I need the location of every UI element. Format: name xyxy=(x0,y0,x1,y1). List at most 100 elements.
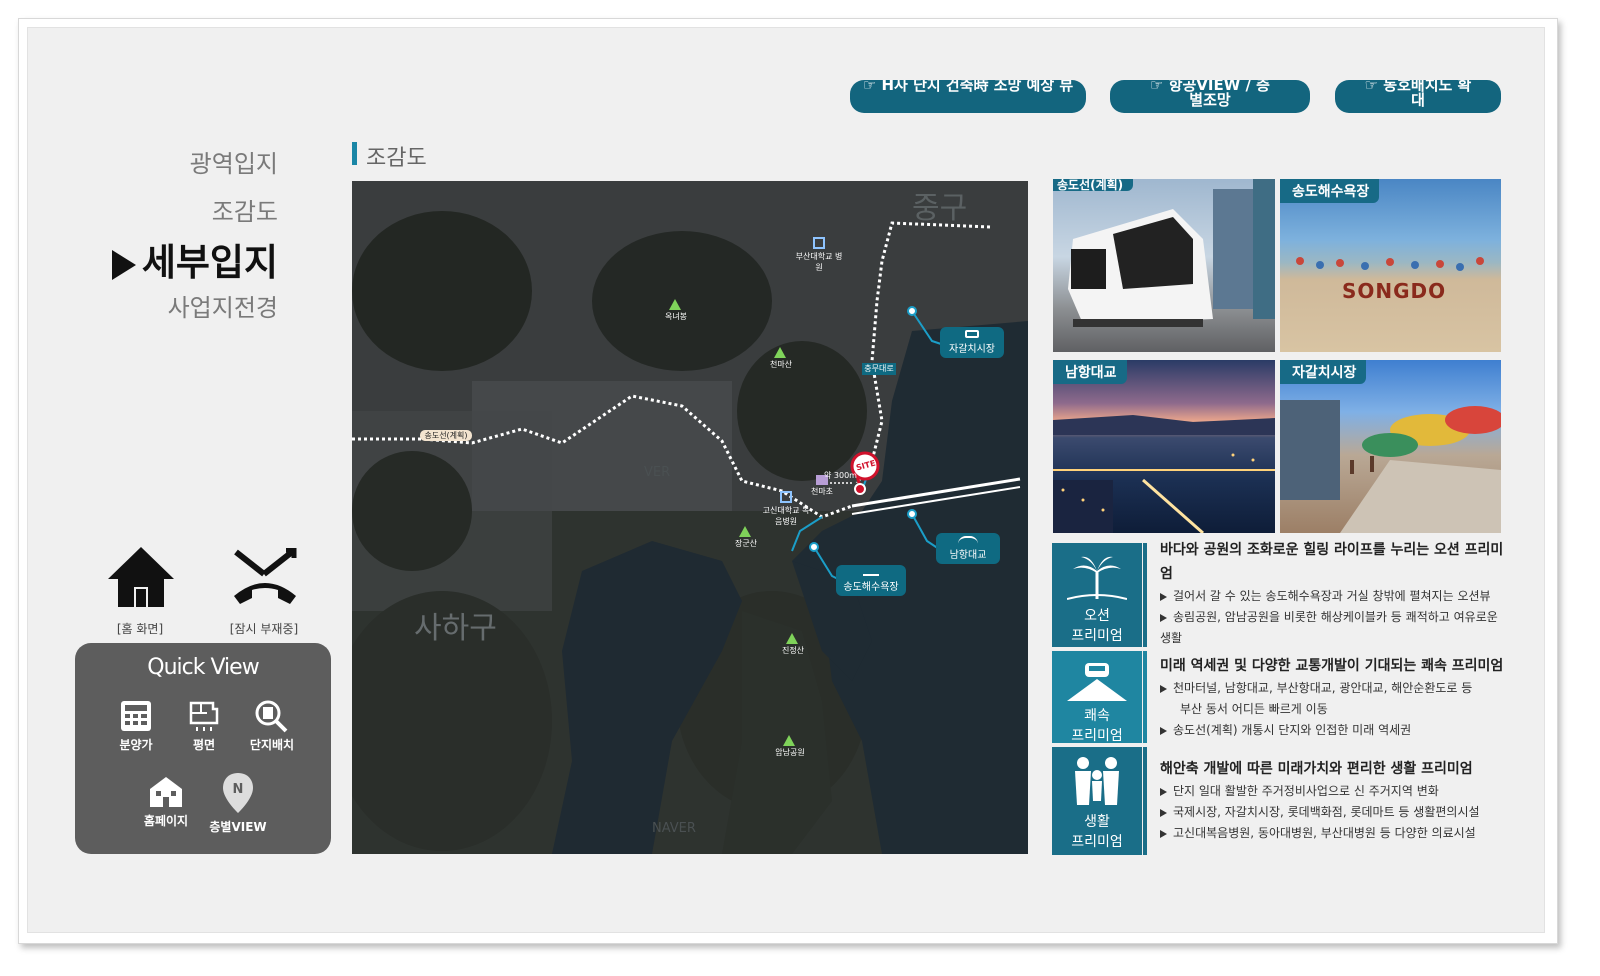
badge-jagalchi[interactable]: 자갈치시장 xyxy=(940,327,1004,358)
ocean-premium-bar xyxy=(1143,543,1147,647)
nav-active-label: 세부입지 xyxy=(141,241,278,284)
bullet-icon xyxy=(1160,808,1167,817)
home-icon[interactable] xyxy=(106,545,176,609)
section-title: 조감도 xyxy=(366,146,427,171)
ocean-premium-line-1: 걸어서 갈 수 있는 송도해수욕장과 거실 창밖에 펼쳐지는 오션뷰 xyxy=(1160,586,1510,607)
kosin-univ-hospital: 고신대학교 복음병원 xyxy=(762,491,810,527)
badge-songdo-beach[interactable]: 송도해수욕장 xyxy=(836,565,906,596)
photo-tag-namhang-bridge: 남항대교 xyxy=(1053,360,1127,384)
ocean-premium-label-1: 오션 xyxy=(1084,608,1110,624)
life-premium-label-2: 프리미엄 xyxy=(1071,834,1123,850)
bridge-night-image xyxy=(1053,415,1275,533)
bridge-icon xyxy=(958,536,978,544)
mountain-amnam-park: 암남공원 xyxy=(775,748,805,757)
nav-item-regional[interactable]: 광역입지 xyxy=(190,144,278,179)
construction-view-button[interactable]: ☞ H사 단지 건축時 조망 예상 뷰 xyxy=(850,80,1086,113)
speed-premium-line-2: 부산 동서 어디든 빠르게 이동 xyxy=(1180,702,1328,716)
speed-premium-line-1: 천마터널, 남항대교, 부산항대교, 광안대교, 해안순환도로 등 xyxy=(1160,678,1510,699)
life-premium-label-1: 생활 xyxy=(1084,814,1110,830)
photo-songdo-beach[interactable]: SONGDO 송도해수욕장 xyxy=(1280,179,1501,352)
calculator-icon xyxy=(121,701,151,731)
map-pin-icon: N xyxy=(223,773,253,813)
life-premium-line-2: 국제시장, 자갈치시장, 롯데백화점, 롯데마트 등 생활편의시설 xyxy=(1160,802,1510,823)
ocean-premium-title: 바다와 공원의 조화로운 힐링 라이프를 누리는 오션 프리미엄 xyxy=(1160,542,1504,582)
tram-image xyxy=(1068,179,1275,327)
life-premium-title: 해안축 개발에 따른 미래가치와 편리한 생활 프리미엄 xyxy=(1160,761,1473,777)
site-layout-label: 단지배치 xyxy=(249,738,295,752)
photo-tag-jagalchi: 자갈치시장 xyxy=(1280,360,1367,384)
ocean-premium-text: 바다와 공원의 조화로운 힐링 라이프를 누리는 오션 프리미엄 걸어서 갈 수… xyxy=(1160,538,1510,649)
homepage-label: 홈페이지 xyxy=(143,814,189,828)
price-button[interactable]: 분양가 xyxy=(101,699,171,753)
beach-image xyxy=(1296,257,1484,271)
nav-item-site-view[interactable]: 사업지전경 xyxy=(168,288,278,323)
bullet-icon xyxy=(1160,726,1167,735)
map-watermark-ver: VER xyxy=(644,465,671,480)
quick-view-title: Quick View xyxy=(147,655,259,680)
map-graphic xyxy=(352,181,1028,854)
nav-item-bird-eye[interactable]: 조감도 xyxy=(212,192,278,227)
photo-jagalchi-market[interactable]: 자갈치시장 xyxy=(1280,360,1501,533)
bullet-icon xyxy=(1160,613,1167,622)
floorplan-label: 평면 xyxy=(192,738,216,752)
away-phone-icon[interactable] xyxy=(230,548,300,608)
pusan-univ-hospital: 부산대학교 병원 xyxy=(795,237,843,273)
distance-label: 약 300m xyxy=(824,471,857,480)
away-caption: [잠시 부재중] xyxy=(229,622,299,636)
building-icon xyxy=(150,777,182,807)
speed-premium-text: 미래 역세권 및 다양한 교통개발이 기대되는 쾌속 프리미엄 천마터널, 남항… xyxy=(1160,654,1510,741)
car-road-icon xyxy=(1067,663,1127,701)
market-image xyxy=(1280,400,1501,533)
songdo-sign: SONGDO xyxy=(1342,279,1447,303)
price-label: 분양가 xyxy=(119,738,153,752)
section-title-bar xyxy=(352,142,357,165)
life-premium-text: 해안축 개발에 따른 미래가치와 편리한 생활 프리미엄 단지 일대 활발한 주… xyxy=(1160,757,1510,844)
mountain-jinjeongsan: 진정산 xyxy=(781,646,805,655)
floorplan-button[interactable]: 평면 xyxy=(169,699,239,753)
speed-premium-tile: 쾌속 프리미엄 xyxy=(1052,651,1142,744)
location-map[interactable]: 중구 사하구 옥녀봉 천마산 장군산 진정산 암남공원 부산대학교 병원 고신대… xyxy=(352,181,1028,854)
photo-songdo-line[interactable]: 송도선(계획) xyxy=(1053,179,1275,352)
floor-view-button[interactable]: N 층별VIEW xyxy=(203,771,273,835)
hospital-icon xyxy=(813,237,825,249)
palm-tree-icon xyxy=(1066,556,1128,600)
life-premium-line-3: 고신대복음병원, 동아대병원, 부산대병원 등 다양한 의료시설 xyxy=(1160,823,1510,844)
life-premium-bar xyxy=(1143,747,1147,855)
svg-text:N: N xyxy=(233,782,244,797)
site-layout-button[interactable]: 단지배치 xyxy=(237,699,307,753)
mountain-cheonmasan: 천마산 xyxy=(769,360,793,369)
life-premium-tile: 생활 프리미엄 xyxy=(1052,747,1142,855)
speed-premium-line-3: 송도선(계획) 개통시 단지와 인접한 미래 역세권 xyxy=(1160,720,1510,741)
chungmu-station-label: 충무대로 xyxy=(862,363,896,375)
unit-layout-button[interactable]: ☞ 동호배치도 확대 xyxy=(1335,80,1501,113)
speed-premium-title: 미래 역세권 및 다양한 교통개발이 기대되는 쾌속 프리미엄 xyxy=(1160,658,1504,674)
photo-tag-songdo-beach: 송도해수욕장 xyxy=(1280,179,1380,203)
nav-item-detail-active[interactable]: 세부입지 xyxy=(111,232,278,286)
speed-premium-label-2: 프리미엄 xyxy=(1071,728,1123,744)
hospital-icon xyxy=(780,491,792,503)
district-sahagu: 사하구 xyxy=(414,611,497,646)
songdo-line-label: 송도선(계획) xyxy=(420,430,472,441)
bullet-icon xyxy=(1160,592,1167,601)
quick-view-panel: Quick View 분양가 평면 단지배치 홈페이지 N 층별VIEW xyxy=(75,643,331,854)
home-caption: [홈 화면] xyxy=(116,622,164,636)
mountain-janggunsan: 장군산 xyxy=(734,539,758,548)
floor-view-label: 층별VIEW xyxy=(209,820,267,834)
bullet-icon xyxy=(1160,684,1167,693)
district-junggu: 중구 xyxy=(912,191,968,226)
ocean-premium-label-2: 프리미엄 xyxy=(1071,628,1123,644)
ocean-premium-tile: 오션 프리미엄 xyxy=(1052,543,1142,647)
bullet-icon xyxy=(1160,829,1167,838)
ocean-premium-line-2: 송림공원, 암남공원을 비롯한 해상케이블카 등 쾌적하고 여유로운 생활 xyxy=(1160,610,1498,645)
magnifier-building-icon xyxy=(255,700,288,733)
mountain-oknyeobong: 옥녀봉 xyxy=(664,312,688,321)
life-premium-line-1: 단지 일대 활발한 주거정비사업으로 신 주거지역 변화 xyxy=(1160,781,1510,802)
photo-tag-songdo-line: 송도선(계획) xyxy=(1053,179,1133,191)
speed-premium-bar xyxy=(1143,651,1147,743)
homepage-button[interactable]: 홈페이지 xyxy=(131,775,201,829)
aerial-view-button[interactable]: ☞ 항공VIEW / 층별조망 xyxy=(1110,80,1310,113)
family-icon xyxy=(1075,757,1119,805)
photo-namhang-bridge[interactable]: 남항대교 xyxy=(1053,360,1275,533)
palm-icon xyxy=(863,568,879,576)
badge-namhang-bridge[interactable]: 남항대교 xyxy=(936,533,1000,564)
